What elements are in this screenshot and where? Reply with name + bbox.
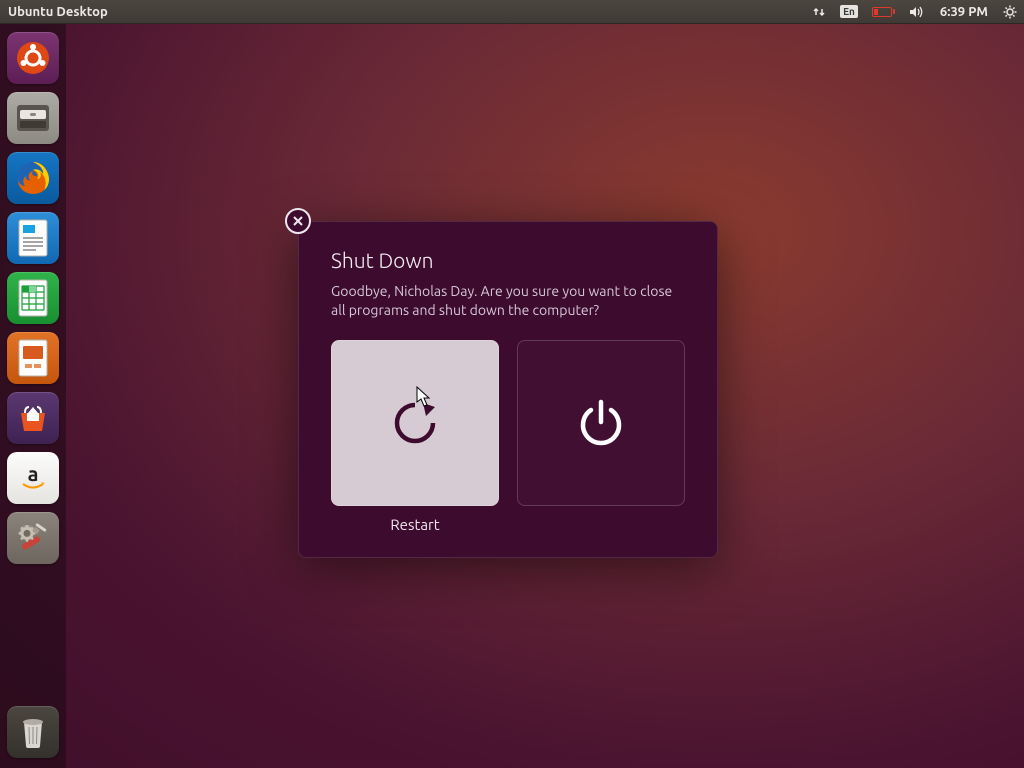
launcher-item-amazon[interactable]: a bbox=[7, 452, 59, 504]
launcher-item-calc[interactable] bbox=[7, 272, 59, 324]
amazon-icon: a bbox=[16, 461, 50, 495]
sound-indicator[interactable] bbox=[902, 0, 932, 23]
launcher-item-firefox[interactable] bbox=[7, 152, 59, 204]
window-title: Ubuntu Desktop bbox=[0, 5, 108, 19]
launcher: a bbox=[0, 24, 66, 768]
settings-icon bbox=[15, 520, 51, 556]
firefox-icon bbox=[14, 159, 52, 197]
top-menubar: Ubuntu Desktop En 6:39 PM bbox=[0, 0, 1024, 24]
battery-indicator[interactable] bbox=[865, 0, 902, 23]
dialog-title: Shut Down bbox=[331, 248, 685, 272]
dialog-message: Goodbye, Nicholas Day. Are you sure you … bbox=[331, 282, 685, 320]
writer-icon bbox=[16, 218, 50, 258]
calc-icon bbox=[16, 278, 50, 318]
launcher-item-files[interactable] bbox=[7, 92, 59, 144]
power-icon bbox=[573, 395, 629, 451]
software-center-icon bbox=[15, 401, 51, 435]
launcher-item-trash[interactable] bbox=[7, 706, 59, 758]
launcher-item-impress[interactable] bbox=[7, 332, 59, 384]
shutdown-label bbox=[517, 516, 685, 533]
language-label: En bbox=[840, 5, 858, 18]
restart-button[interactable] bbox=[331, 340, 499, 506]
dialog-options: Restart bbox=[331, 340, 685, 533]
launcher-item-settings[interactable] bbox=[7, 512, 59, 564]
volume-icon bbox=[909, 5, 925, 19]
shutdown-dialog: Shut Down Goodbye, Nicholas Day. Are you… bbox=[298, 221, 718, 558]
session-indicator[interactable] bbox=[996, 0, 1024, 23]
keyboard-indicator[interactable]: En bbox=[833, 0, 865, 23]
restart-icon bbox=[388, 396, 442, 450]
close-icon bbox=[292, 215, 304, 227]
launcher-item-software[interactable] bbox=[7, 392, 59, 444]
svg-text:a: a bbox=[28, 462, 39, 485]
impress-icon bbox=[16, 338, 50, 378]
close-button[interactable] bbox=[285, 208, 311, 234]
launcher-item-writer[interactable] bbox=[7, 212, 59, 264]
restart-label: Restart bbox=[331, 516, 499, 533]
launcher-item-dash[interactable] bbox=[7, 32, 59, 84]
battery-low-icon bbox=[872, 7, 895, 17]
clock[interactable]: 6:39 PM bbox=[932, 0, 996, 23]
network-indicator[interactable] bbox=[805, 0, 833, 23]
network-updown-icon bbox=[812, 5, 826, 19]
shutdown-button[interactable] bbox=[517, 340, 685, 506]
file-manager-icon bbox=[15, 103, 51, 133]
trash-icon bbox=[18, 714, 48, 750]
ubuntu-logo-icon bbox=[16, 41, 50, 75]
gear-icon bbox=[1003, 5, 1017, 19]
